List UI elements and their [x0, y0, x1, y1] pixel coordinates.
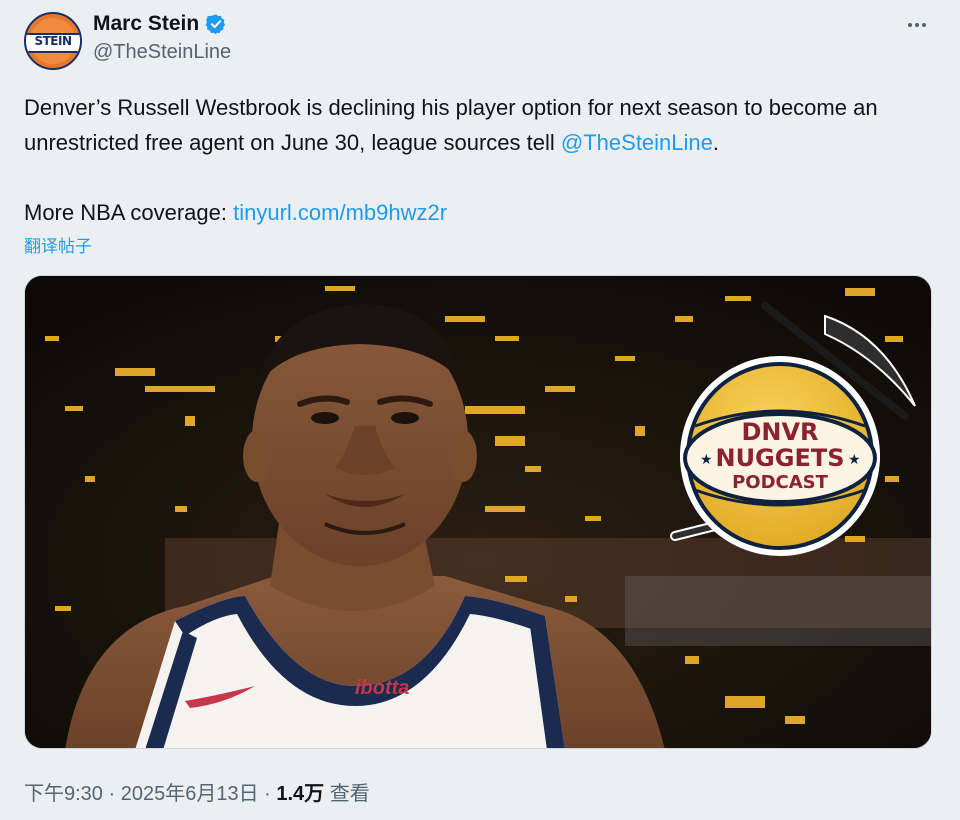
- verified-badge-icon: [205, 14, 226, 35]
- meta-separator: ·: [102, 783, 121, 805]
- meta-separator: ·: [258, 783, 277, 805]
- post-time[interactable]: 下午9:30: [24, 783, 103, 805]
- media-illustration: ibotta DNVR NUGGETS PODCAST ★ ★: [25, 276, 931, 748]
- more-dot: [915, 23, 919, 27]
- author-name-row[interactable]: Marc Stein: [93, 12, 227, 36]
- more-options-icon[interactable]: [902, 12, 932, 38]
- views-count: 1.4万: [276, 783, 325, 805]
- logo-star-right: ★: [848, 452, 861, 468]
- tweet-text: Denver’s Russell Westbrook is declining …: [24, 90, 939, 160]
- tweet-text-end: .: [712, 130, 720, 155]
- tweet-meta: 下午9:30 · 2025年6月13日 · 1.4万 查看: [24, 777, 370, 806]
- more-dot: [922, 23, 926, 27]
- author-handle[interactable]: @TheSteinLine: [93, 41, 231, 64]
- avatar-text: STEIN: [34, 34, 72, 48]
- coverage-line: More NBA coverage: tinyurl.com/mb9hwz2r: [24, 195, 447, 230]
- translate-post-link[interactable]: 翻译帖子: [24, 232, 92, 257]
- more-dot: [908, 23, 912, 27]
- tweet-text-main: Denver’s Russell Westbrook is declining …: [24, 95, 878, 155]
- tweet-media-image[interactable]: ibotta DNVR NUGGETS PODCAST ★ ★: [24, 275, 932, 749]
- views-label: 查看: [324, 783, 370, 805]
- logo-star-left: ★: [700, 452, 713, 468]
- author-avatar[interactable]: STEIN: [24, 12, 82, 70]
- coverage-link[interactable]: tinyurl.com/mb9hwz2r: [233, 200, 447, 225]
- logo-line3: PODCAST: [732, 472, 829, 493]
- logo-line2: NUGGETS: [715, 444, 844, 472]
- post-date[interactable]: 2025年6月13日: [121, 783, 259, 805]
- avatar-logo: STEIN: [26, 18, 80, 64]
- mention-link[interactable]: @TheSteinLine: [561, 130, 713, 155]
- coverage-label: More NBA coverage:: [24, 200, 234, 225]
- author-display-name[interactable]: Marc Stein: [93, 12, 199, 36]
- logo-line1: DNVR: [741, 418, 818, 446]
- jersey-sponsor-text: ibotta: [355, 677, 409, 699]
